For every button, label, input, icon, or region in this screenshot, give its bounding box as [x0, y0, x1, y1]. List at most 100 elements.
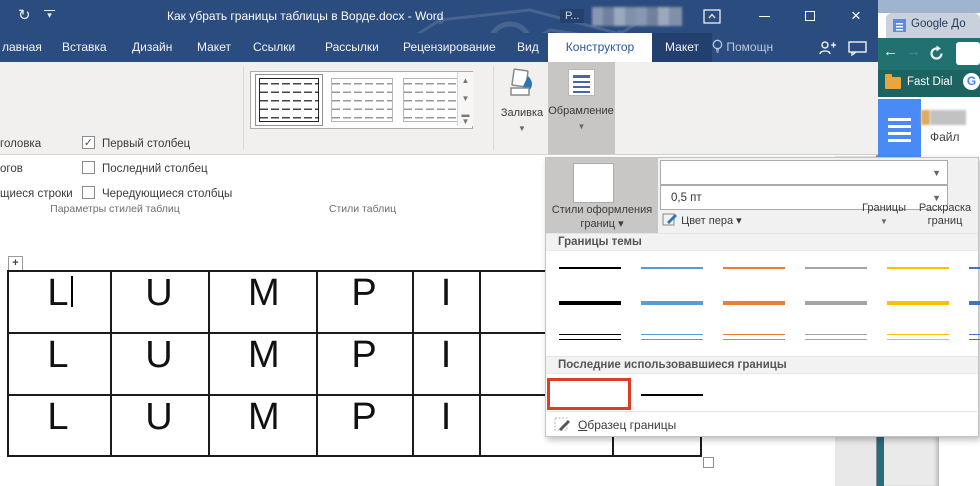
gallery-scroll-down-icon[interactable]: ▼	[457, 90, 473, 108]
borders-menu-button[interactable]: Границы ▼	[856, 158, 912, 233]
theme-border-swatch[interactable]	[723, 334, 785, 340]
option-header-row-label[interactable]: головка	[0, 138, 41, 150]
tab-design[interactable]: Дизайн	[132, 33, 172, 62]
tab-table-design-active[interactable]: Конструктор	[548, 33, 652, 62]
table-style-thumbnail-selected[interactable]	[255, 74, 323, 126]
help-label: Помощн	[726, 40, 773, 54]
table-cell-letter[interactable]: L	[44, 334, 72, 377]
table-style-thumbnail[interactable]	[331, 78, 393, 122]
tell-me-help[interactable]: Помощн	[712, 33, 773, 62]
table-cell-letter[interactable]: M	[248, 272, 276, 315]
border-painter-button[interactable]: Раскраска границ	[912, 158, 978, 233]
theme-border-swatch[interactable]	[805, 267, 867, 269]
table-cell-letter[interactable]: U	[145, 396, 173, 439]
theme-border-swatch[interactable]	[969, 334, 980, 340]
shading-dropdown-arrow: ▼	[497, 124, 547, 133]
theme-border-swatch[interactable]	[559, 334, 621, 340]
table-cell-letter[interactable]: U	[145, 272, 173, 315]
gallery-more-icon[interactable]: ▬▼	[457, 108, 473, 126]
theme-border-swatch[interactable]	[559, 301, 621, 305]
browser-tab[interactable]: Google До	[886, 13, 980, 38]
checkbox-last-column[interactable]	[82, 161, 95, 174]
ribbon-tabs-row: лавная Вставка Дизайн Макет Ссылки Рассы…	[0, 33, 878, 62]
table-style-thumbnail[interactable]	[403, 78, 465, 122]
word-titlebar: ↻ ▾ Как убрать границы таблицы в Ворде.d…	[0, 0, 878, 33]
browser-tab-title: Google До	[911, 18, 966, 30]
theme-border-swatch[interactable]	[805, 334, 867, 340]
theme-border-swatch[interactable]	[559, 267, 621, 269]
option-total-row-label[interactable]: огов	[0, 163, 23, 175]
table-cell-letter[interactable]: M	[248, 334, 276, 377]
tab-review[interactable]: Рецензирование	[403, 33, 496, 62]
bookmark-fast-dial[interactable]: Fast Dial	[907, 76, 952, 88]
gallery-scroll-up-icon[interactable]: ▲	[457, 72, 473, 90]
close-button[interactable]: ×	[840, 0, 872, 32]
theme-border-swatch[interactable]	[969, 267, 980, 269]
docs-file-menu[interactable]: Файл	[930, 130, 960, 144]
table-cell-letter[interactable]: L	[44, 272, 72, 315]
border-styles-split-button[interactable]: Стили оформления границ ▾	[546, 158, 658, 233]
theme-border-swatch[interactable]	[641, 267, 703, 269]
window-title: Как убрать границы таблицы в Ворде.docx …	[167, 9, 443, 23]
theme-border-swatch[interactable]	[887, 334, 949, 340]
border-sampler-menu-item[interactable]: Образец границы	[546, 413, 978, 437]
theme-border-swatch[interactable]	[723, 267, 785, 269]
last-column-label[interactable]: Последний столбец	[102, 163, 208, 175]
annotation-highlight-no-border-swatch[interactable]	[547, 378, 631, 410]
theme-border-swatch[interactable]	[641, 301, 703, 305]
border-styles-label-1: Стили оформления	[546, 204, 658, 216]
tab-home[interactable]: лавная	[2, 33, 42, 62]
table-move-handle[interactable]: +	[8, 256, 23, 271]
border-painter-label-2: границ	[912, 215, 978, 227]
share-person-icon[interactable]	[818, 40, 836, 56]
recent-border-swatch-thin-black[interactable]	[641, 394, 703, 396]
reload-icon[interactable]	[928, 45, 945, 62]
tab-view[interactable]: Вид	[517, 33, 539, 62]
borders-group-button-pressed[interactable]: Обрамление ▼	[548, 62, 615, 154]
table-cell-letter[interactable]: P	[350, 272, 378, 315]
pen-icon	[662, 211, 678, 227]
address-bar[interactable]	[956, 42, 980, 65]
theme-border-swatch[interactable]	[641, 334, 703, 340]
table-cell-letter[interactable]: L	[44, 396, 72, 439]
redo-icon[interactable]: ↻	[18, 6, 31, 24]
quick-access-customize-icon[interactable]: ▾	[44, 10, 55, 20]
table-cell-letter[interactable]: P	[350, 334, 378, 377]
theme-border-swatch[interactable]	[723, 301, 785, 305]
tab-mailings[interactable]: Рассылки	[325, 33, 379, 62]
table-cell-letter[interactable]: U	[145, 334, 173, 377]
pen-color-button[interactable]: Цвет пера ▾	[662, 211, 742, 231]
table-cell-letter[interactable]: I	[432, 272, 460, 315]
forward-icon[interactable]: →	[906, 43, 921, 60]
theme-border-swatch[interactable]	[805, 301, 867, 305]
tab-table-layout[interactable]: Макет	[652, 33, 712, 62]
table-resize-handle[interactable]	[703, 457, 714, 468]
table-cell-letter[interactable]: P	[350, 396, 378, 439]
comment-icon[interactable]	[848, 41, 867, 56]
shading-button[interactable]: Заливка ▼	[497, 64, 547, 152]
checkbox-first-column[interactable]: ✓	[82, 136, 95, 149]
border-width-value: 0,5 пт	[671, 186, 702, 210]
theme-border-swatch[interactable]	[969, 301, 980, 305]
maximize-button[interactable]	[794, 0, 826, 32]
group-separator	[493, 66, 494, 150]
table-cell-letter[interactable]: M	[248, 396, 276, 439]
banded-columns-label[interactable]: Чередующиеся столбцы	[102, 188, 232, 200]
ribbon-display-options-icon[interactable]	[703, 9, 721, 25]
table-cell-letter[interactable]: I	[432, 396, 460, 439]
group-separator	[243, 66, 244, 150]
tab-references[interactable]: Ссылки	[253, 33, 295, 62]
border-sampler-icon	[554, 417, 571, 434]
theme-border-swatch[interactable]	[887, 301, 949, 305]
table-cell-letter[interactable]: I	[432, 334, 460, 377]
borders-group-label: Обрамление	[542, 105, 620, 117]
tab-insert[interactable]: Вставка	[62, 33, 107, 62]
google-icon[interactable]: G	[963, 73, 980, 90]
first-column-label[interactable]: Первый столбец	[102, 138, 190, 150]
minimize-button[interactable]	[748, 0, 780, 32]
theme-border-swatch[interactable]	[887, 267, 949, 269]
option-banded-rows-label[interactable]: щиеся строки	[0, 188, 73, 200]
back-icon[interactable]: ←	[883, 43, 898, 60]
checkbox-banded-columns[interactable]	[82, 186, 95, 199]
tab-layout[interactable]: Макет	[197, 33, 231, 62]
